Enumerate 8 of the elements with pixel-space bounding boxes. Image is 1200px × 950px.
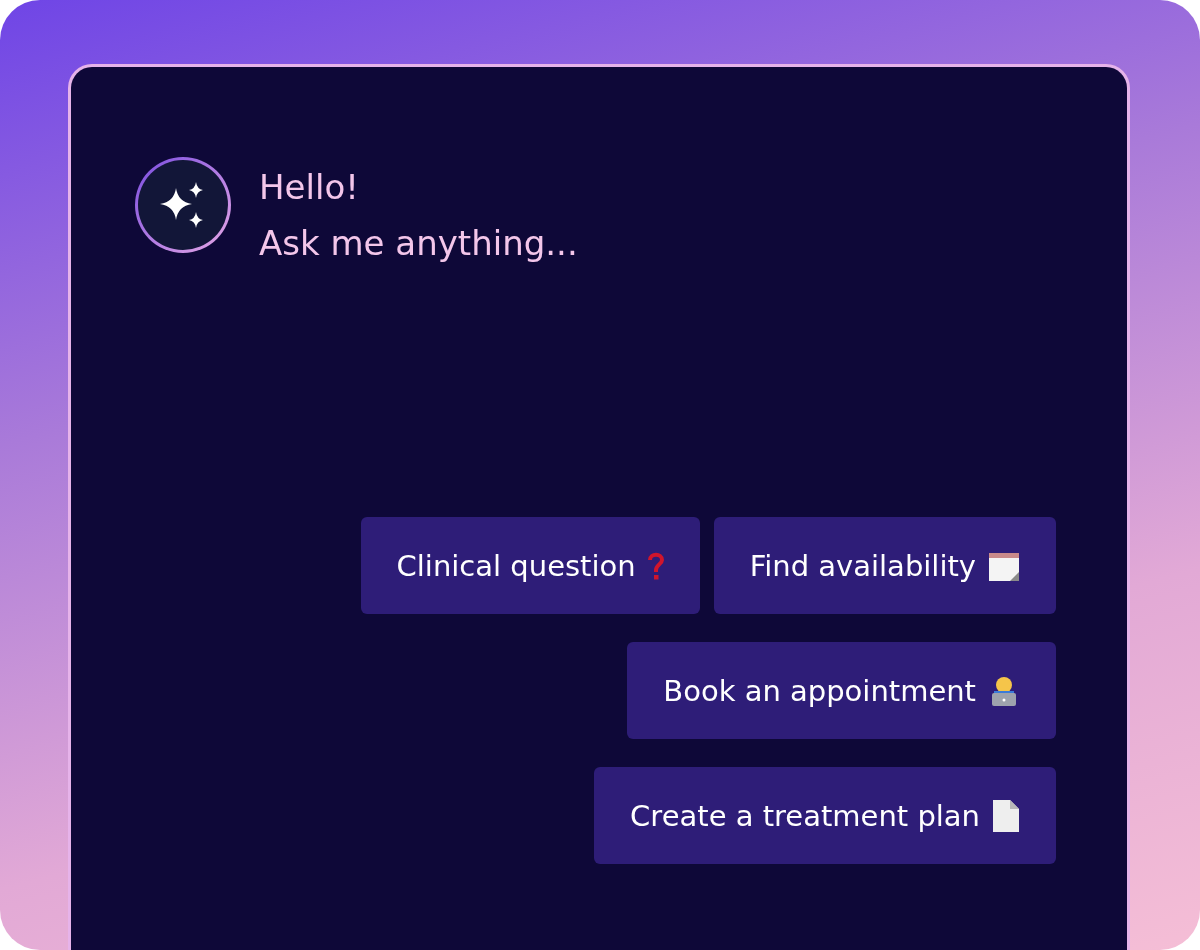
greeting-title: Hello! [259, 166, 360, 209]
document-icon [992, 798, 1020, 833]
question-mark-icon [647, 550, 664, 581]
greeting-subtitle: Ask me anything... [259, 222, 578, 265]
suggestion-button[interactable]: Book an appointment [627, 642, 1056, 739]
suggestion-button[interactable]: Clinical question [360, 517, 700, 614]
suggestion-button[interactable]: Create a treatment plan [594, 767, 1056, 864]
suggestion-button[interactable]: Find availability [713, 517, 1056, 614]
